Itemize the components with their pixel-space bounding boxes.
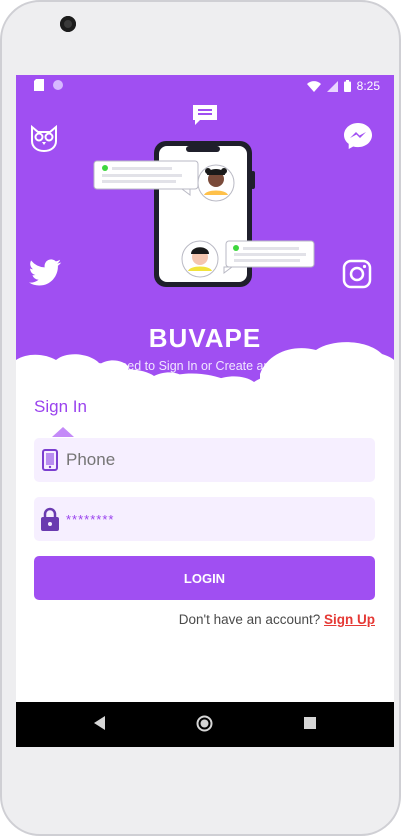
signal-icon bbox=[326, 80, 338, 92]
device-frame: 8:25 BUVAPE You need to Sign In or Creat… bbox=[0, 0, 401, 836]
lock-icon bbox=[36, 507, 64, 531]
battery-icon bbox=[343, 80, 351, 92]
home-icon[interactable] bbox=[196, 715, 213, 732]
chat-icon bbox=[193, 105, 217, 125]
back-icon[interactable] bbox=[94, 716, 106, 730]
sd-card-icon bbox=[34, 79, 44, 91]
notification-dot-icon bbox=[53, 80, 63, 90]
front-camera bbox=[60, 16, 76, 32]
password-input[interactable] bbox=[64, 510, 348, 528]
chat-illustration bbox=[93, 141, 315, 287]
login-button[interactable]: LOGIN bbox=[34, 556, 375, 600]
phone-input[interactable] bbox=[64, 449, 348, 471]
app-screen: 8:25 BUVAPE You need to Sign In or Creat… bbox=[16, 75, 394, 747]
tab-indicator bbox=[52, 427, 74, 437]
signup-prompt: Don't have an account? bbox=[178, 612, 321, 627]
status-time: 8:25 bbox=[356, 79, 380, 93]
phone-field[interactable] bbox=[34, 438, 375, 482]
messenger-icon[interactable] bbox=[342, 121, 374, 151]
wifi-icon bbox=[306, 80, 321, 92]
navigation-bar bbox=[16, 702, 394, 747]
owl-icon[interactable] bbox=[28, 123, 60, 153]
instagram-icon[interactable] bbox=[342, 259, 372, 289]
signup-link[interactable]: Sign Up bbox=[324, 612, 375, 627]
password-field[interactable] bbox=[34, 497, 375, 541]
status-bar: 8:25 bbox=[16, 75, 394, 97]
twitter-icon[interactable] bbox=[28, 259, 62, 287]
mobile-phone-icon bbox=[36, 449, 64, 471]
recents-icon[interactable] bbox=[304, 717, 316, 729]
tab-sign-in[interactable]: Sign In bbox=[34, 397, 87, 417]
signup-row: Don't have an account? Sign Up bbox=[179, 612, 375, 627]
